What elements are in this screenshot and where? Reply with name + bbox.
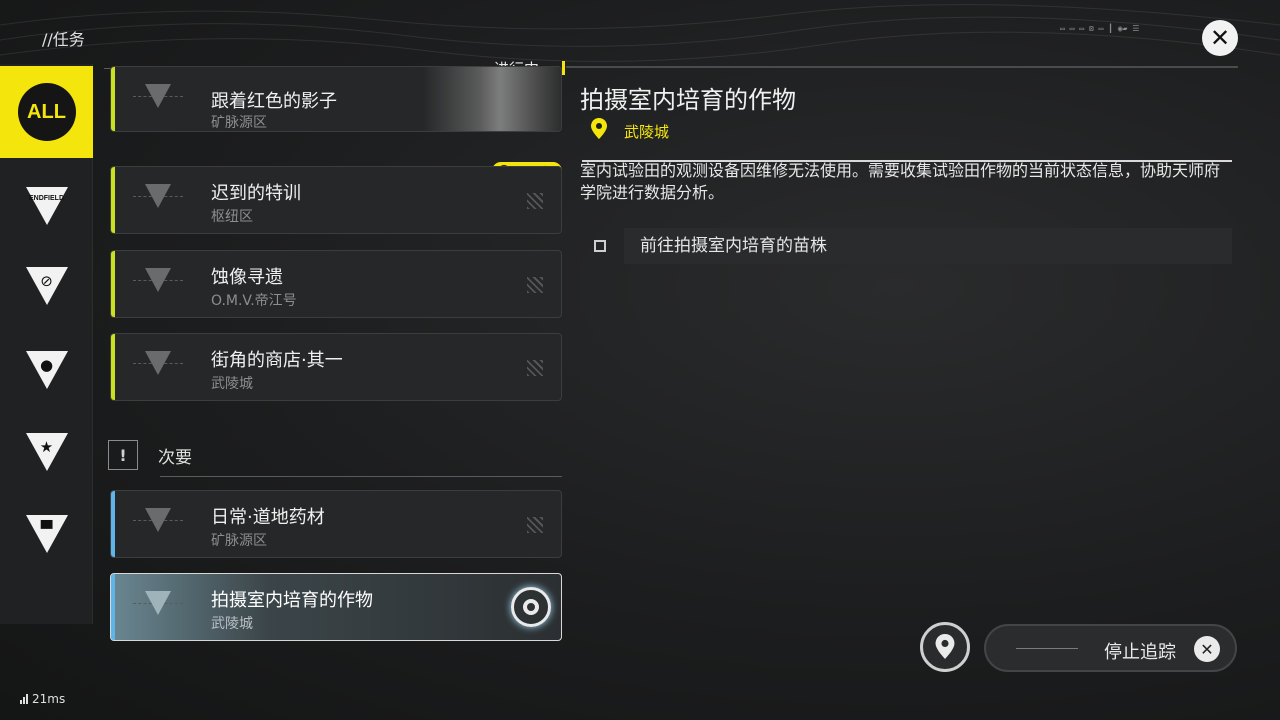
category-exploration[interactable]: ⊘ [0, 244, 93, 328]
page-title: //任务 [42, 30, 85, 49]
quest-title: 跟着红色的影子 [211, 91, 337, 112]
endfield-icon: ENDFIELD [25, 187, 68, 225]
compass-icon: ⊘ [25, 267, 68, 305]
quest-location: 武陵城 [211, 616, 253, 632]
quest-type-icon [133, 591, 183, 625]
map-pin-icon [935, 634, 955, 659]
network-status: 21ms [20, 692, 65, 706]
quest-card[interactable]: 跟着红色的影子 矿脉源区 [110, 66, 562, 132]
signal-icon [20, 694, 28, 704]
quest-location: 矿脉源区 [211, 115, 267, 131]
quest-title: 街角的商店·其一 [211, 350, 343, 371]
location-pin-icon [591, 118, 607, 139]
stripes-icon [527, 360, 543, 376]
quest-detail-location: 武陵城 [624, 123, 670, 141]
quest-card-selected[interactable]: 拍摄室内培育的作物 武陵城 [110, 573, 562, 641]
stripes-icon [527, 517, 543, 533]
quest-location: 矿脉源区 [211, 533, 267, 549]
category-character[interactable]: ● [0, 328, 93, 412]
stop-tracking-label: 停止追踪 [1104, 642, 1176, 663]
stripes-icon [527, 277, 543, 293]
detail-divider [566, 66, 1238, 68]
quest-title: 蚀像寻遗 [211, 267, 283, 288]
crate-icon: ▀ [25, 515, 68, 553]
close-button[interactable]: ✕ [1202, 20, 1238, 56]
category-featured[interactable]: ★ [0, 410, 93, 494]
quest-location: 武陵城 [211, 376, 253, 392]
quest-description: 室内试验田的观测设备因维修无法使用。需要收集试验田作物的当前状态信息，协助天师府… [580, 161, 1221, 202]
stop-tracking-button[interactable]: 停止追踪 ✕ [984, 624, 1237, 672]
stripes-icon [527, 193, 543, 209]
quest-card[interactable]: 迟到的特训 枢纽区 [110, 166, 562, 234]
quest-card[interactable]: 街角的商店·其一 武陵城 [110, 333, 562, 401]
quest-title: 迟到的特训 [211, 183, 301, 204]
section-divider [160, 476, 562, 477]
category-endfield[interactable]: ENDFIELD [0, 164, 93, 248]
hud-decoration: ▭ ▭ ▭ ⊠ ▭ ┃ ◉▰ ☰ [1060, 24, 1140, 33]
quest-title: 日常·道地药材 [211, 507, 325, 528]
section-marker [562, 61, 565, 75]
close-icon: ✕ [1194, 636, 1220, 662]
category-sidebar: ALL ENDFIELD ⊘ ● ★ ▀ [0, 64, 93, 624]
quest-detail-title: 拍摄室内培育的作物 [580, 86, 796, 114]
tracking-icon[interactable] [511, 587, 551, 627]
secondary-section-label: 次要 [158, 448, 192, 468]
map-button[interactable] [920, 622, 970, 672]
quest-objective: 前往拍摄室内培育的苗株 [624, 228, 1232, 264]
character-portrait [423, 67, 561, 131]
all-icon: ALL [17, 83, 76, 141]
quest-card[interactable]: 日常·道地药材 矿脉源区 [110, 490, 562, 558]
quest-type-icon [133, 184, 183, 218]
category-daily[interactable]: ▀ [0, 492, 93, 576]
quest-location: 枢纽区 [211, 209, 253, 225]
quest-card[interactable]: 蚀像寻遗 O.M.V.帝江号 [110, 250, 562, 318]
quest-type-icon [133, 351, 183, 385]
ping-value: 21ms [32, 692, 66, 706]
person-icon: ● [25, 351, 68, 389]
secondary-icon: ! [108, 440, 138, 470]
quest-type-icon [133, 84, 183, 118]
star-icon: ★ [25, 433, 68, 471]
category-all[interactable]: ALL [0, 66, 93, 158]
quest-location: O.M.V.帝江号 [211, 293, 297, 309]
quest-type-icon [133, 508, 183, 542]
quest-title: 拍摄室内培育的作物 [211, 590, 373, 611]
objective-checkbox [594, 240, 606, 252]
quest-list[interactable]: 进行中 跟着红色的影子 矿脉源区 限时 迟到的特训 枢纽区 蚀像寻遗 O.M.V… [104, 58, 566, 658]
quest-type-icon [133, 268, 183, 302]
